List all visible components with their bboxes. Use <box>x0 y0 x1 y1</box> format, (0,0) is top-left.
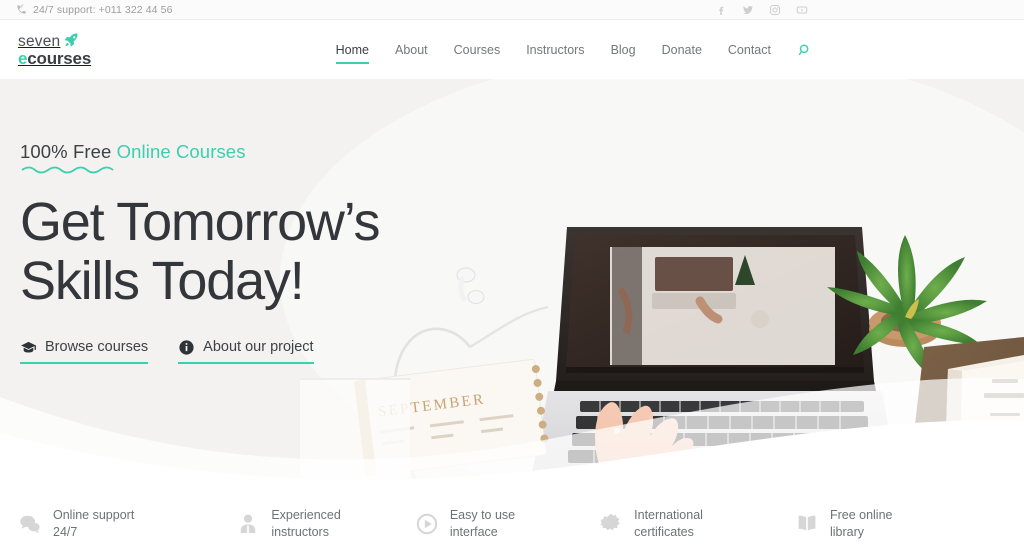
about-project-label: About our project <box>203 339 314 356</box>
play-circle-icon <box>416 513 438 535</box>
nav-item-about[interactable]: About <box>382 43 441 57</box>
features-bar: Online support 24/7 Experienced instruct… <box>0 494 1024 554</box>
landing-page: 24/7 support: +011 322 44 56 seven ecour… <box>0 0 1024 554</box>
support-text: 24/7 support: +011 322 44 56 <box>33 3 173 16</box>
hero-headline-line2: Skills Today! <box>20 250 305 311</box>
wavy-underline-icon <box>21 166 114 174</box>
nav-item-courses[interactable]: Courses <box>441 43 514 57</box>
nav-item-donate[interactable]: Donate <box>649 43 715 57</box>
info-circle-icon <box>179 340 194 355</box>
hero-section: SEPTEMBER 100% Free Online Courses Get T… <box>0 79 1024 494</box>
main-navigation: Home About Courses Instructors Blog Dona… <box>323 41 814 64</box>
about-project-button[interactable]: About our project <box>178 339 314 364</box>
feature-international-certificates-line1: International <box>634 508 703 523</box>
social-link-instagram[interactable] <box>769 4 781 16</box>
hero-cta-row: Browse courses About our project <box>20 339 450 364</box>
chat-bubbles-icon <box>20 515 40 534</box>
feature-international-certificates-line2: certificates <box>634 525 694 539</box>
feature-free-library-line2: library <box>829 525 864 539</box>
hero-eyebrow-plain: 100% Free <box>20 141 117 162</box>
hero-headline: Get Tomorrow’s Skills Today! <box>20 193 450 311</box>
nav-item-home[interactable]: Home <box>323 43 382 64</box>
nav-item-instructors[interactable]: Instructors <box>513 43 597 57</box>
logo-word-seven: seven <box>18 32 61 50</box>
feature-international-certificates: International certificates <box>599 507 703 541</box>
search-button[interactable] <box>796 41 814 59</box>
feature-international-certificates-text: International certificates <box>634 507 703 541</box>
feature-free-library: Free online library <box>795 507 893 541</box>
rocket-icon <box>65 33 78 47</box>
site-logo[interactable]: seven ecourses <box>18 32 91 67</box>
feature-online-support-text: Online support 24/7 <box>53 507 134 541</box>
feature-experienced-instructors-line2: instructors <box>271 525 329 539</box>
top-bar: 24/7 support: +011 322 44 56 <box>0 0 1024 20</box>
browse-courses-label: Browse courses <box>45 339 149 356</box>
social-links <box>715 4 808 16</box>
logo-letter-e: e <box>18 49 28 68</box>
feature-online-support-line2: 24/7 <box>53 525 78 539</box>
feature-experienced-instructors-line1: Experienced <box>271 508 341 523</box>
youtube-icon <box>796 6 808 13</box>
nav-item-blog[interactable]: Blog <box>598 43 649 57</box>
logo-word-courses: courses <box>27 49 92 68</box>
hero-eyebrow-accent: Online Courses <box>116 141 246 162</box>
person-icon <box>241 514 256 533</box>
feature-free-library-text: Free online library <box>830 507 893 541</box>
logo-top-row: seven <box>18 32 91 49</box>
facebook-icon <box>719 6 724 15</box>
browse-courses-button[interactable]: Browse courses <box>20 339 149 364</box>
feature-experienced-instructors-text: Experienced instructors <box>271 507 341 541</box>
open-book-icon <box>798 515 816 531</box>
instagram-icon <box>770 4 780 15</box>
feature-online-support: Online support 24/7 <box>18 507 134 541</box>
hero-wave-divider <box>0 345 1024 494</box>
feature-easy-interface-line2: interface <box>449 525 498 539</box>
feature-online-support-line1: Online support <box>53 508 135 523</box>
search-icon <box>798 44 809 55</box>
feature-experienced-instructors: Experienced instructors <box>236 507 341 541</box>
hero-copy: 100% Free Online Courses Get Tomorrow’s … <box>20 141 450 364</box>
social-link-twitter[interactable] <box>742 4 754 16</box>
feature-easy-interface-text: Easy to use interface <box>450 507 515 541</box>
hero-eyebrow: 100% Free Online Courses <box>20 141 450 163</box>
social-link-youtube[interactable] <box>796 4 808 16</box>
feature-easy-interface-line1: Easy to use <box>449 508 516 523</box>
support-contact: 24/7 support: +011 322 44 56 <box>16 4 173 16</box>
nav-item-contact[interactable]: Contact <box>715 43 784 57</box>
social-link-facebook[interactable] <box>715 4 727 16</box>
certificate-seal-icon <box>600 513 620 531</box>
graduation-cap-icon <box>21 341 36 353</box>
feature-easy-interface: Easy to use interface <box>415 507 515 541</box>
feature-free-library-line1: Free online <box>829 508 893 523</box>
twitter-icon <box>743 5 753 14</box>
phone-ring-icon <box>17 4 26 14</box>
site-header: seven ecourses Home About Courses Instru… <box>0 20 1024 79</box>
logo-bottom-row: ecourses <box>18 50 91 67</box>
hero-headline-line1: Get Tomorrow’s <box>20 192 381 252</box>
